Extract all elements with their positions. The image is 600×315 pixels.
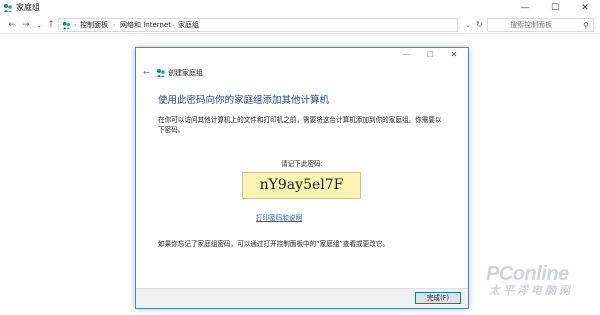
forgot-password-note: 如果你忘记了家庭组密码，可以通过打开控制面板中的“家庭组”查看或更改它。 — [158, 240, 390, 248]
dialog-minimize-button[interactable]: — — [394, 48, 418, 62]
back-arrow-icon: ← — [8, 20, 16, 30]
window-title: 家庭组 — [16, 3, 40, 12]
search-input[interactable]: 搜索控制面板 ⚲ — [487, 18, 594, 32]
dialog-description: 在你可以访问其他计算机上的文件和打印机之前，需要将这台计算机添加到你的家庭组。你… — [158, 116, 442, 134]
finish-button[interactable]: 完成(F) — [415, 292, 461, 304]
maximize-icon: ☐ — [550, 3, 560, 13]
search-icon[interactable]: ⚲ — [583, 20, 589, 31]
password-label: 请记下此密码: — [281, 160, 323, 168]
forward-button[interactable]: → — [20, 16, 32, 34]
close-icon: ✕ — [581, 3, 589, 13]
dialog-maximize-button[interactable]: ☐ — [418, 48, 442, 62]
control-panel-window: 家庭组 — ☐ ✕ ← → ⌄ ↑ › 控制面板 › 网络和 Internet … — [0, 0, 600, 315]
address-bar[interactable]: › 控制面板 › 网络和 Internet › 家庭组 — [58, 18, 458, 32]
watermark-brand: PConline — [486, 263, 569, 285]
chevron-down-icon: ⌄ — [36, 21, 42, 29]
homegroup-icon — [62, 21, 71, 30]
maximize-button[interactable]: ☐ — [540, 0, 570, 16]
recent-locations-button[interactable]: ⌄ — [33, 16, 45, 34]
watermark-chinese: 太平洋电脑网 — [489, 285, 573, 297]
up-button[interactable]: ↑ — [45, 16, 57, 34]
minimize-button[interactable]: — — [510, 0, 540, 16]
breadcrumb-homegroup[interactable]: 家庭组 — [178, 20, 199, 31]
dialog-close-button[interactable]: ✕ — [442, 48, 466, 62]
maximize-icon: ☐ — [426, 50, 434, 59]
breadcrumb-separator-icon: › — [113, 22, 116, 29]
dialog-heading: 使用此密码向你的家庭组添加其他计算机 — [158, 95, 330, 106]
homegroup-icon — [4, 4, 12, 12]
minimize-icon: — — [402, 50, 410, 59]
forward-arrow-icon: → — [22, 20, 30, 30]
create-homegroup-dialog: — ☐ ✕ ← 创建家庭组 使用此密码向你的家庭组添加其他计算机 在你可以访问其… — [135, 47, 469, 309]
minimize-icon: — — [520, 3, 530, 13]
dialog-back-button[interactable]: ← — [143, 67, 150, 79]
up-arrow-icon: ↑ — [47, 20, 55, 30]
dialog-title-bar: — ☐ ✕ — [136, 48, 468, 62]
back-button[interactable]: ← — [6, 16, 18, 34]
address-dropdown-icon[interactable]: ⌄ — [465, 16, 471, 34]
homegroup-icon — [157, 69, 165, 77]
breadcrumb-separator-icon: › — [172, 22, 175, 29]
refresh-icon[interactable]: ↻ — [476, 16, 483, 34]
breadcrumb-network-internet[interactable]: 网络和 Internet — [120, 20, 171, 31]
breadcrumb-separator-icon: › — [74, 22, 77, 29]
breadcrumb-control-panel[interactable]: 控制面板 — [80, 20, 108, 31]
search-placeholder: 搜索控制面板 — [510, 21, 552, 29]
dialog-title: 创建家庭组 — [168, 69, 203, 77]
close-button[interactable]: ✕ — [570, 0, 600, 16]
homegroup-password: nY9ay5el7F — [242, 172, 361, 199]
print-password-link[interactable]: 打印密码和说明 — [256, 213, 302, 223]
close-icon: ✕ — [450, 50, 458, 59]
title-bar: 家庭组 — ☐ ✕ — [0, 0, 600, 16]
